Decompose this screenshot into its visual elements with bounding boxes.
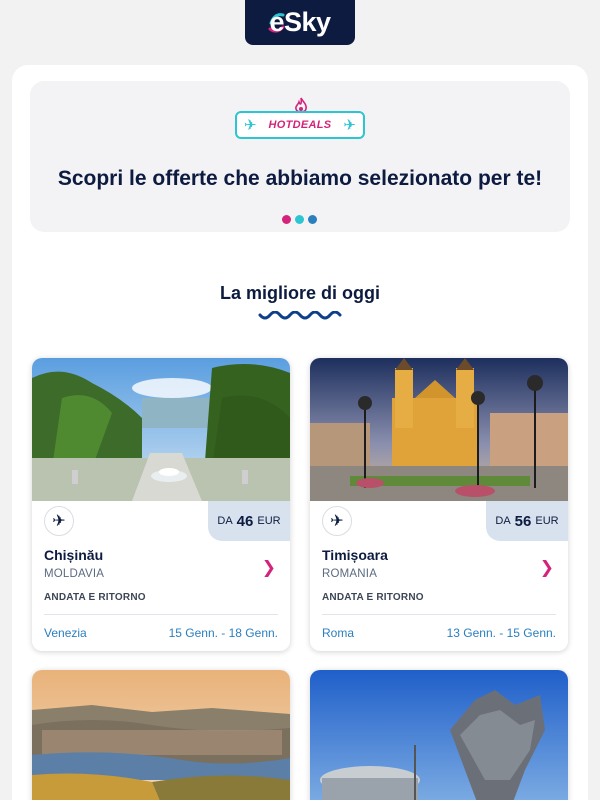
offer-card-timisoara[interactable]: ✈ DA 56 EUR Timișoara ROMANIA ❯ ANDATA E… bbox=[310, 358, 568, 651]
trip-type: ANDATA E RITORNO bbox=[322, 592, 424, 603]
plane-icon: ✈ bbox=[322, 506, 352, 536]
price-value: 56 bbox=[514, 512, 532, 530]
price-tag: DA 56 EUR bbox=[486, 501, 568, 541]
email-page: eSky ✈ HOTDEALS ✈ Scopri le offerte che … bbox=[0, 0, 600, 800]
destination-city[interactable]: Timișoara bbox=[322, 547, 388, 563]
plane-right-icon: ✈ bbox=[343, 116, 356, 134]
price-currency: EUR bbox=[257, 515, 281, 527]
offer-card-monument[interactable] bbox=[310, 670, 568, 800]
price-prefix: DA bbox=[495, 515, 511, 527]
section-title: La migliore di oggi bbox=[219, 283, 380, 303]
plane-left-icon: ✈ bbox=[244, 116, 257, 134]
destination-photo bbox=[310, 358, 568, 501]
hotdeals-banner[interactable]: ✈ HOTDEALS ✈ Scopri le offerte che abbia… bbox=[30, 81, 570, 232]
hotdeals-badge: ✈ HOTDEALS ✈ bbox=[235, 97, 365, 139]
departure-city: Venezia bbox=[44, 626, 87, 640]
dot-blue bbox=[308, 215, 317, 224]
plane-icon: ✈ bbox=[44, 506, 74, 536]
price-tag: DA 46 EUR bbox=[208, 501, 290, 541]
destination-photo bbox=[310, 670, 568, 800]
banner-title: Scopri le offerte che abbiamo selezionat… bbox=[57, 167, 543, 190]
wave-divider-icon bbox=[258, 311, 342, 320]
destination-photo bbox=[32, 358, 290, 501]
chevron-right-icon[interactable]: ❯ bbox=[540, 558, 554, 578]
dot-cyan bbox=[295, 215, 304, 224]
offer-card-river-town[interactable] bbox=[32, 670, 290, 800]
trip-type: ANDATA E RITORNO bbox=[44, 592, 146, 603]
main-card: ✈ HOTDEALS ✈ Scopri le offerte che abbia… bbox=[12, 65, 588, 800]
esky-logo[interactable]: eSky bbox=[245, 0, 355, 45]
departure-city: Roma bbox=[322, 626, 355, 640]
dot-pink bbox=[282, 215, 291, 224]
destination-country: ROMANIA bbox=[322, 568, 378, 580]
price-value: 46 bbox=[236, 512, 254, 530]
price-prefix: DA bbox=[217, 515, 233, 527]
price-currency: EUR bbox=[535, 515, 559, 527]
logo-text: eSky bbox=[269, 7, 331, 37]
banner-dots bbox=[282, 215, 317, 224]
destination-country: MOLDAVIA bbox=[44, 568, 105, 580]
travel-dates: 13 Genn. - 15 Genn. bbox=[446, 626, 556, 640]
offer-card-chisinau[interactable]: ✈ DA 46 EUR Chișinău MOLDAVIA ❯ ANDATA E… bbox=[32, 358, 290, 651]
hotdeals-label: HOTDEALS bbox=[268, 119, 332, 131]
hotdeals-box: ✈ HOTDEALS ✈ bbox=[235, 111, 365, 139]
travel-dates: 15 Genn. - 18 Genn. bbox=[168, 626, 278, 640]
card-divider bbox=[322, 614, 556, 615]
destination-city[interactable]: Chișinău bbox=[44, 547, 103, 563]
chevron-right-icon[interactable]: ❯ bbox=[262, 558, 276, 578]
card-divider bbox=[44, 614, 278, 615]
destination-photo bbox=[32, 670, 290, 800]
